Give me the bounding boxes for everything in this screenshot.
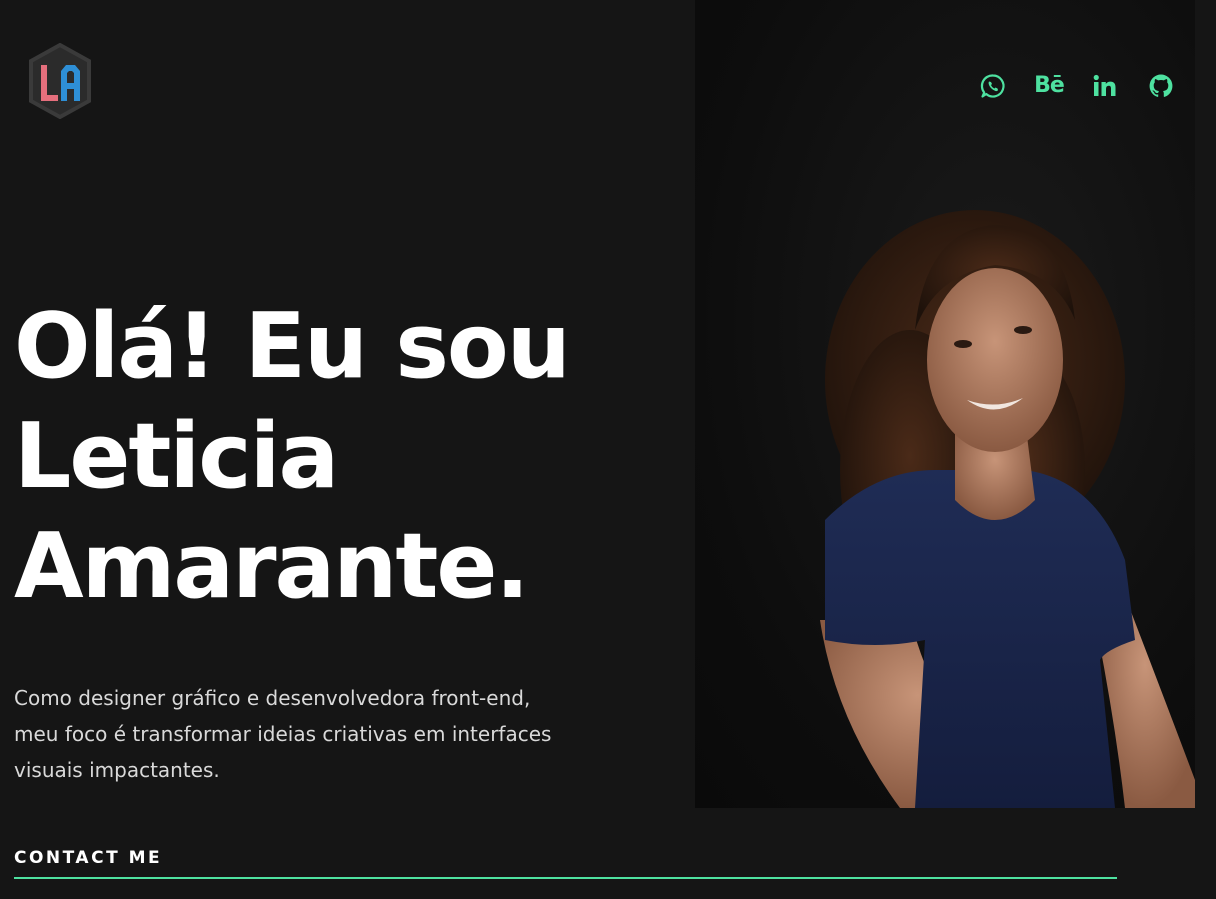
linkedin-icon bbox=[1093, 74, 1116, 96]
hero-title: Olá! Eu sou Leticia Amarante. bbox=[14, 292, 634, 622]
contact-underline bbox=[14, 877, 1117, 879]
contact-me-link[interactable]: CONTACT ME bbox=[14, 848, 162, 868]
linkedin-link[interactable] bbox=[1090, 72, 1120, 100]
logo-hexagon bbox=[29, 43, 91, 119]
hero-title-line-1: Olá! Eu sou bbox=[14, 294, 571, 399]
profile-photo bbox=[695, 0, 1195, 808]
behance-link[interactable]: Bē bbox=[1034, 72, 1065, 100]
hero-description: Como designer gráfico e desenvolvedora f… bbox=[14, 686, 552, 782]
whatsapp-link[interactable] bbox=[978, 72, 1008, 100]
github-link[interactable] bbox=[1146, 72, 1176, 100]
github-icon bbox=[1149, 74, 1173, 97]
profile-photo-illustration bbox=[820, 210, 1195, 808]
logo-la[interactable] bbox=[28, 43, 92, 119]
whatsapp-icon bbox=[980, 74, 1005, 98]
behance-icon: Bē bbox=[1034, 73, 1065, 98]
social-links: Bē bbox=[978, 72, 1176, 100]
hero-title-line-2: Leticia bbox=[14, 404, 339, 509]
hero-title-line-3: Amarante. bbox=[14, 514, 530, 619]
